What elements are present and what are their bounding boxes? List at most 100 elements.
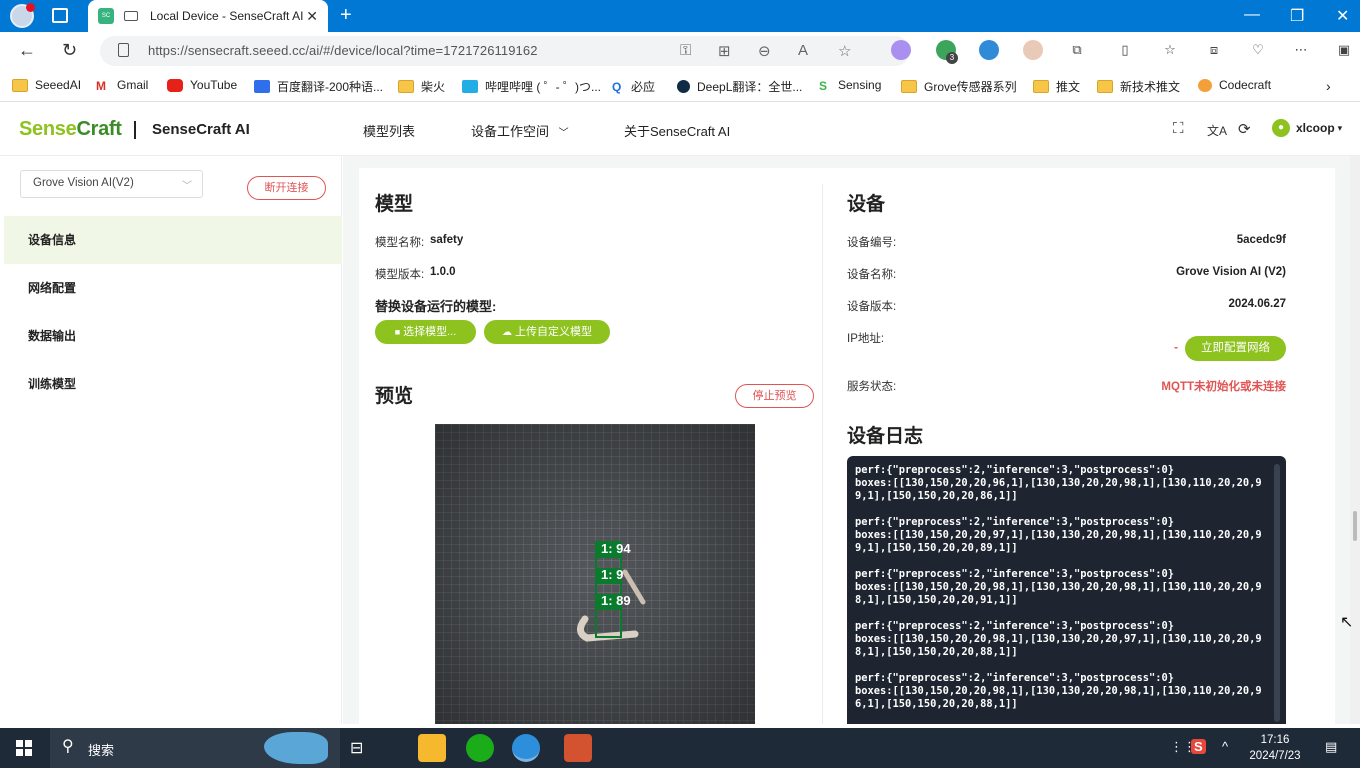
task-view-icon[interactable]: ⊟ bbox=[350, 738, 363, 758]
browser-tab-active[interactable]: SC Local Device - SenseCraft AI ✕ bbox=[88, 0, 328, 32]
configure-network-button[interactable]: 立即配置网络 bbox=[1185, 336, 1286, 361]
service-status-value: MQTT未初始化或未连接 bbox=[1161, 381, 1286, 393]
wechat-icon[interactable] bbox=[466, 734, 494, 762]
mouse-cursor-icon: ↖ bbox=[1340, 614, 1354, 631]
language-icon[interactable]: 文A bbox=[1207, 122, 1227, 139]
tab-close-icon[interactable]: ✕ bbox=[306, 8, 318, 25]
file-explorer-icon[interactable] bbox=[418, 734, 446, 762]
start-button[interactable] bbox=[16, 740, 32, 756]
favorites-icon[interactable]: ☆ bbox=[1160, 40, 1180, 60]
browser-essentials-icon[interactable]: ♡ bbox=[1248, 40, 1268, 60]
split-screen-icon[interactable]: ▯ bbox=[1115, 40, 1135, 60]
device-log-console[interactable]: perf:{"preprocess":2,"inference":3,"post… bbox=[847, 456, 1286, 724]
logo-separator bbox=[134, 121, 136, 139]
sidebar-toggle-icon[interactable]: ▣ bbox=[1334, 40, 1354, 60]
model-name-label: 模型名称: bbox=[375, 237, 425, 249]
url-text[interactable]: https://sensecraft.seeed.cc/ai/#/device/… bbox=[148, 43, 538, 58]
extension-avatar-icon[interactable] bbox=[1023, 40, 1043, 60]
user-avatar-icon: ● bbox=[1272, 119, 1290, 137]
disconnect-button[interactable]: 断开连接 bbox=[247, 176, 326, 200]
url-bar[interactable]: https://sensecraft.seeed.cc/ai/#/device/… bbox=[100, 36, 910, 66]
sensing-icon: S bbox=[819, 78, 828, 93]
sidebar-item-network-config[interactable]: 网络配置 bbox=[4, 264, 342, 312]
sidebar: Grove Vision AI(V2) ﹀ 断开连接 设备信息 网络配置 数据输… bbox=[4, 156, 342, 724]
favorite-star-icon[interactable]: ☆ bbox=[838, 42, 851, 60]
select-model-button[interactable]: ■ 选择模型... bbox=[375, 320, 476, 344]
search-icon: ⚲ bbox=[62, 738, 74, 755]
chevron-down-icon: ﹀ bbox=[558, 128, 569, 139]
folder-icon bbox=[901, 80, 917, 93]
bookmark-bing[interactable]: Q 必应 bbox=[612, 78, 655, 95]
sensecraft-logo[interactable]: SenseCraft bbox=[19, 118, 122, 141]
bookmark-bilibili[interactable]: 哔哩哔哩 ( ゜- ゜)つ... bbox=[462, 78, 601, 95]
device-select[interactable]: Grove Vision AI(V2) ﹀ bbox=[20, 170, 203, 198]
model-version-label: 模型版本: bbox=[375, 269, 425, 281]
tray-chevron-up-icon[interactable]: ^ bbox=[1222, 739, 1228, 754]
page-scrollbar-thumb[interactable] bbox=[1353, 511, 1357, 541]
bookmark-chaihuo[interactable]: 柴火 bbox=[398, 78, 445, 95]
extensions-puzzle-icon[interactable]: ⧉ bbox=[1067, 40, 1087, 60]
windows-taskbar: ⚲ 搜索 ⊟ ⋮⋮ S ^ 17:16 2024/7/23 ▤ bbox=[0, 728, 1360, 768]
log-entry: perf:{"preprocess":2,"inference":3,"post… bbox=[855, 672, 1262, 710]
user-menu[interactable]: ● xlcoop ▾ bbox=[1272, 119, 1342, 137]
bookmark-gmail[interactable]: M Gmail bbox=[96, 78, 148, 93]
camera-preview: 1: 94 1: 9 1: 89 bbox=[435, 424, 755, 724]
extension-gear-icon[interactable] bbox=[979, 40, 999, 60]
bookmarks-more-chevron-icon[interactable]: › bbox=[1326, 78, 1331, 94]
new-tab-button[interactable]: + bbox=[340, 4, 352, 27]
sidebar-item-device-info[interactable]: 设备信息 bbox=[4, 216, 342, 264]
bookmark-grove-sensors[interactable]: Grove传感器系列 bbox=[901, 78, 1017, 95]
model-icon: ■ bbox=[394, 327, 401, 337]
system-clock[interactable]: 17:16 2024/7/23 bbox=[1240, 732, 1310, 764]
restore-button[interactable]: ❐ bbox=[1290, 6, 1304, 26]
powerpoint-icon[interactable] bbox=[564, 734, 592, 762]
collections-icon[interactable]: ⧈ bbox=[1204, 40, 1224, 60]
keyboard-icon bbox=[124, 11, 138, 21]
lock-icon[interactable] bbox=[118, 43, 129, 57]
taskbar-search[interactable]: ⚲ 搜索 bbox=[50, 728, 340, 768]
sync-icon[interactable]: ⟳ bbox=[1238, 120, 1251, 138]
cloud-upload-icon: ☁ bbox=[502, 327, 512, 338]
bookmark-sensing[interactable]: S Sensing bbox=[819, 78, 881, 93]
log-scrollbar[interactable] bbox=[1274, 464, 1280, 722]
close-window-button[interactable]: ✕ bbox=[1336, 6, 1349, 26]
address-toolbar: ← ↻ https://sensecraft.seeed.cc/ai/#/dev… bbox=[0, 32, 1360, 70]
edge-browser-icon[interactable] bbox=[512, 734, 540, 762]
sogou-icon[interactable]: S bbox=[1191, 739, 1206, 754]
nav-about[interactable]: 关于SenseCraft AI bbox=[624, 121, 730, 140]
bookmark-baidu-translate[interactable]: 百度翻译-200种语... bbox=[254, 78, 383, 95]
refresh-icon[interactable]: ↻ bbox=[62, 40, 77, 61]
fullscreen-icon[interactable]: ⛶ bbox=[1173, 120, 1184, 137]
read-aloud-icon[interactable]: A bbox=[798, 42, 808, 59]
more-menu-icon[interactable]: ⋯ bbox=[1291, 40, 1311, 60]
model-heading: 模型 bbox=[375, 194, 414, 215]
minimize-button[interactable]: — bbox=[1244, 6, 1260, 24]
extension-brain-icon[interactable] bbox=[891, 40, 911, 60]
bookmark-youtube[interactable]: YouTube bbox=[167, 78, 237, 92]
sidebar-item-data-output[interactable]: 数据输出 bbox=[4, 312, 342, 360]
profile-avatar[interactable] bbox=[10, 3, 35, 28]
upload-custom-model-button[interactable]: ☁ 上传自定义模型 bbox=[484, 320, 610, 344]
bookmark-codecraft[interactable]: Codecraft bbox=[1198, 78, 1271, 92]
zoom-icon[interactable]: ⊖ bbox=[758, 42, 771, 60]
notification-icon[interactable]: ▤ bbox=[1325, 739, 1337, 755]
apps-icon[interactable]: ⊞ bbox=[718, 42, 731, 60]
detection-label: 1: 94 bbox=[601, 541, 631, 556]
nav-model-list[interactable]: 模型列表 bbox=[363, 121, 415, 140]
bookmark-seeedai[interactable]: SeeedAI bbox=[12, 78, 81, 92]
whale-illustration-icon bbox=[264, 732, 328, 764]
ip-value: - bbox=[1174, 342, 1178, 354]
nav-device-workspace[interactable]: 设备工作空间 ﹀ bbox=[471, 121, 569, 140]
bookmark-tuiwen[interactable]: 推文 bbox=[1033, 78, 1080, 95]
workspaces-icon[interactable] bbox=[52, 8, 68, 23]
detection-label: 1: 89 bbox=[601, 593, 631, 608]
back-icon[interactable]: ← bbox=[18, 40, 36, 61]
page-scrollbar[interactable] bbox=[1350, 156, 1360, 724]
sidebar-item-train-model[interactable]: 训练模型 bbox=[4, 360, 342, 408]
bookmark-new-tech[interactable]: 新技术推文 bbox=[1097, 78, 1180, 95]
youtube-icon bbox=[167, 78, 183, 92]
replace-model-heading: 替换设备运行的模型: bbox=[375, 299, 497, 314]
bookmark-deepl[interactable]: DeepL翻译：全世... bbox=[677, 78, 802, 95]
stop-preview-button[interactable]: 停止预览 bbox=[735, 384, 814, 408]
key-icon[interactable]: ⚿ bbox=[680, 42, 691, 59]
